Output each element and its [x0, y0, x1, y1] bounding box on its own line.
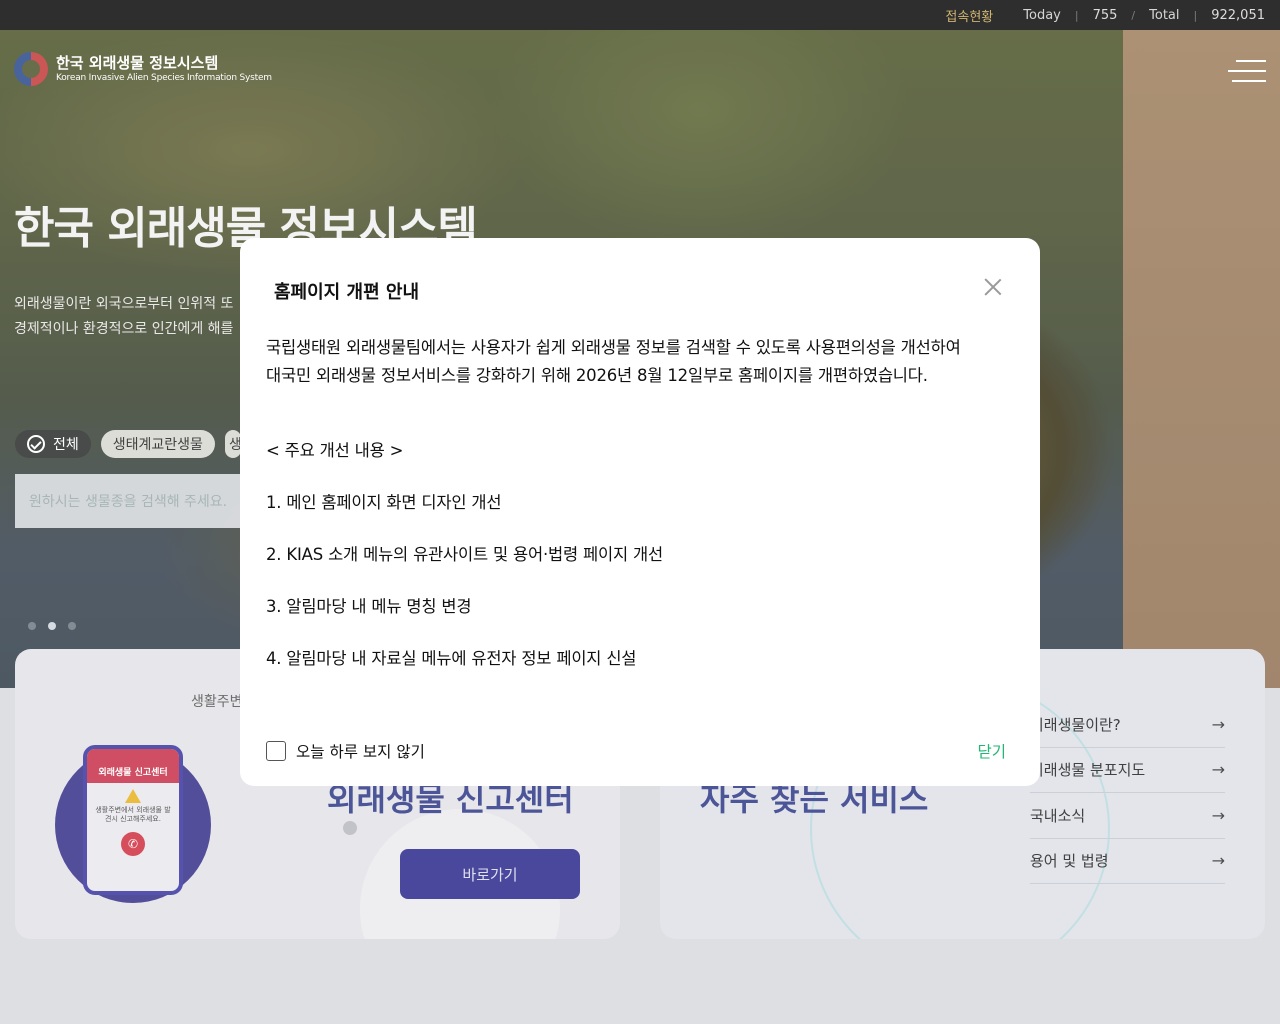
notice-paragraph-line: 대국민 외래생물 정보서비스를 강화하기 위해 2026년 8월 12일부로 홈…	[266, 366, 928, 385]
modal-body: 국립생태원 외래생물팀에서는 사용자가 쉽게 외래생물 정보를 검색할 수 있도…	[266, 334, 1016, 670]
dont-show-today-checkbox[interactable]: 오늘 하루 보지 않기	[266, 740, 425, 762]
improvement-item: 2. KIAS 소개 메뉴의 유관사이트 및 용어·법령 페이지 개선	[266, 545, 663, 564]
close-icon[interactable]	[982, 276, 1004, 298]
notice-paragraph-line: 국립생태원 외래생물팀에서는 사용자가 쉽게 외래생물 정보를 검색할 수 있도…	[266, 338, 961, 357]
improvements-heading: < 주요 개선 내용 >	[266, 441, 404, 460]
renewal-notice-modal: 홈페이지 개편 안내 국립생태원 외래생물팀에서는 사용자가 쉽게 외래생물 정…	[240, 238, 1040, 786]
close-button[interactable]: 닫기	[977, 740, 1006, 762]
checkbox-box[interactable]	[266, 741, 286, 761]
modal-title: 홈페이지 개편 안내	[274, 282, 420, 303]
improvement-item: 4. 알림마당 내 자료실 메뉴에 유전자 정보 페이지 신설	[266, 649, 637, 668]
improvement-item: 1. 메인 홈페이지 화면 디자인 개선	[266, 493, 502, 512]
improvement-item: 3. 알림마당 내 메뉴 명칭 변경	[266, 597, 472, 616]
